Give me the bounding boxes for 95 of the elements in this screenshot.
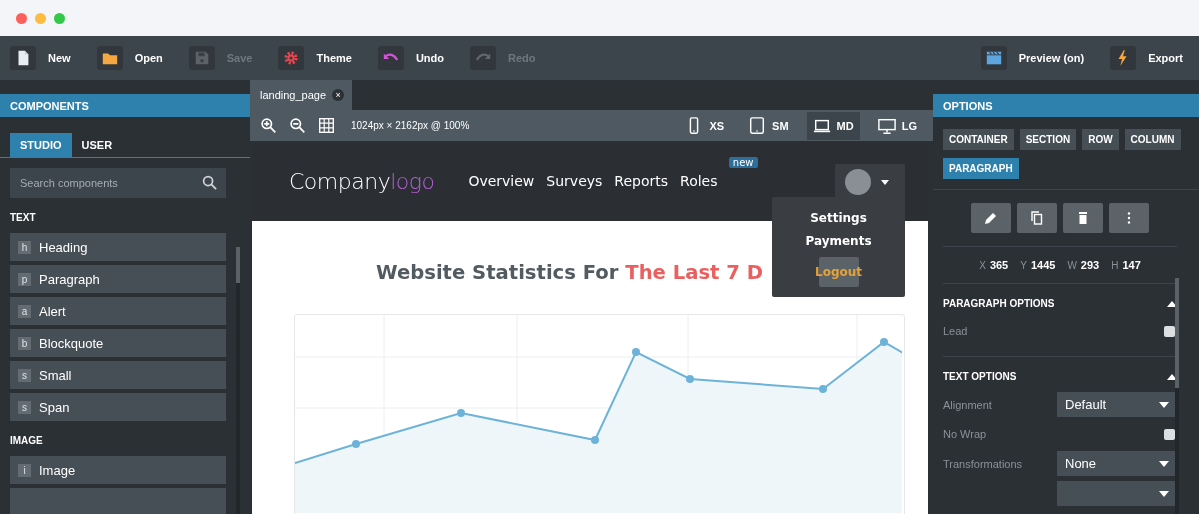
scrollbar[interactable] [1175, 278, 1179, 514]
toolbar-button[interactable]: Theme [278, 46, 358, 70]
breadcrumb-button[interactable]: PARAGRAPH [943, 158, 1019, 179]
monitor-icon [877, 116, 896, 135]
letter-badge: b [18, 336, 31, 350]
zoom-out-icon[interactable] [289, 117, 306, 134]
component-item[interactable]: h Heading [10, 233, 226, 261]
toolbar-button[interactable]: Undo [377, 46, 451, 70]
letter-badge: s [18, 400, 31, 414]
page-heading: Website Statistics For The Last 7 D [376, 261, 763, 284]
pencil-icon [984, 211, 998, 225]
caret-icon [881, 179, 889, 185]
component-item[interactable]: i Image [10, 456, 226, 484]
avatar [845, 169, 871, 195]
panel-tab[interactable]: STUDIO [10, 133, 72, 157]
panel-tab[interactable]: USER [71, 133, 123, 157]
coordinate-value: 147 [1122, 259, 1141, 271]
caret-icon [1159, 490, 1169, 497]
breadcrumb-button[interactable]: SECTION [1019, 129, 1077, 150]
checkbox[interactable] [1164, 428, 1175, 440]
chart-point [686, 375, 694, 383]
coordinate-label: Y [1020, 260, 1027, 271]
panel-header: COMPONENTS [0, 94, 250, 117]
close-tab-button[interactable]: × [332, 89, 345, 101]
coordinate-label: H [1111, 260, 1119, 271]
panel-header: OPTIONS [933, 94, 1199, 117]
close-window-button[interactable] [16, 12, 27, 24]
company-logo: Companylogo [289, 168, 435, 194]
chart-point [457, 409, 465, 417]
letter-badge: a [18, 304, 31, 318]
component-item[interactable]: a Alert [10, 297, 226, 325]
breadcrumb-button[interactable]: COLUMN [1124, 129, 1181, 150]
tablet-icon [748, 116, 767, 135]
clapperboard-icon [984, 49, 1003, 67]
menu-item[interactable]: Payments [805, 234, 872, 248]
chart-point [880, 338, 888, 346]
toolbar-button[interactable]: New [10, 46, 77, 70]
letter-badge: p [18, 272, 31, 286]
breadcrumb-button[interactable]: CONTAINER [943, 129, 1014, 150]
dropdown-select[interactable]: Default [1057, 392, 1177, 417]
device-button[interactable]: XS [679, 111, 731, 140]
toolbar-button[interactable]: Export [1110, 46, 1189, 70]
breadcrumb-button[interactable]: ROW [1082, 129, 1119, 150]
grid-icon[interactable] [318, 117, 335, 134]
trash-icon [1076, 211, 1090, 225]
nav-link[interactable]: Overview [468, 173, 535, 189]
component-item[interactable]: s Span [10, 393, 226, 421]
toolbar-button[interactable]: Preview (on) [980, 46, 1091, 70]
letter-badge: h [18, 240, 31, 254]
chart-point [591, 436, 599, 444]
checkbox[interactable] [1164, 325, 1175, 337]
caret-icon [1159, 460, 1169, 467]
field-label: Transformations [943, 457, 1023, 470]
coordinate-value: 1445 [1030, 259, 1056, 271]
section-title: PARAGRAPH OPTIONS [943, 298, 1055, 309]
search-field[interactable]: Search components [10, 168, 226, 198]
collapse-caret-icon[interactable] [1167, 300, 1177, 307]
nav-link[interactable]: Reports [614, 173, 669, 189]
chart-point [819, 385, 827, 393]
chart-point [352, 440, 360, 448]
caret-icon [1159, 401, 1169, 408]
canvas-size-text: 1024px × 2162px @ 100% [351, 120, 470, 131]
copy-button[interactable] [1017, 203, 1057, 233]
zoom-in-icon[interactable] [260, 117, 277, 134]
search-icon [202, 175, 217, 190]
document-tab[interactable]: landing_page × [250, 80, 353, 110]
coordinate-label: X [979, 260, 986, 271]
edit-button[interactable] [971, 203, 1011, 233]
chart-point [632, 348, 640, 356]
field-label: No Wrap [943, 428, 987, 440]
section-title: TEXT OPTIONS [943, 371, 1017, 382]
nav-link[interactable]: Surveys [546, 173, 603, 189]
component-item[interactable]: p Paragraph [10, 265, 226, 293]
device-button[interactable]: SM [742, 111, 795, 140]
coordinate-label: W [1067, 260, 1077, 271]
letter-badge: s [18, 368, 31, 382]
coordinate-value: 293 [1080, 259, 1100, 271]
device-button[interactable]: MD [806, 111, 860, 140]
delete-button[interactable] [1063, 203, 1103, 233]
device-button[interactable]: LG [871, 111, 923, 140]
field-label: Alignment [943, 398, 992, 411]
letter-badge: i [18, 463, 31, 477]
coordinate-value: 365 [989, 259, 1009, 271]
dropdown-select[interactable]: None [1057, 451, 1177, 476]
collapse-caret-icon[interactable] [1167, 373, 1177, 380]
component-item[interactable]: s Small [10, 361, 226, 389]
component-item[interactable]: b Blockquote [10, 329, 226, 357]
section-title: TEXT [10, 212, 37, 223]
field-label: Lead [943, 325, 968, 337]
user-menu-button[interactable] [835, 164, 905, 200]
new-badge: new [728, 157, 758, 168]
section-title: IMAGE [10, 435, 44, 446]
copy-icon [1030, 211, 1044, 225]
menu-item[interactable]: Settings [810, 211, 867, 225]
toolbar-button[interactable]: Open [96, 46, 169, 70]
